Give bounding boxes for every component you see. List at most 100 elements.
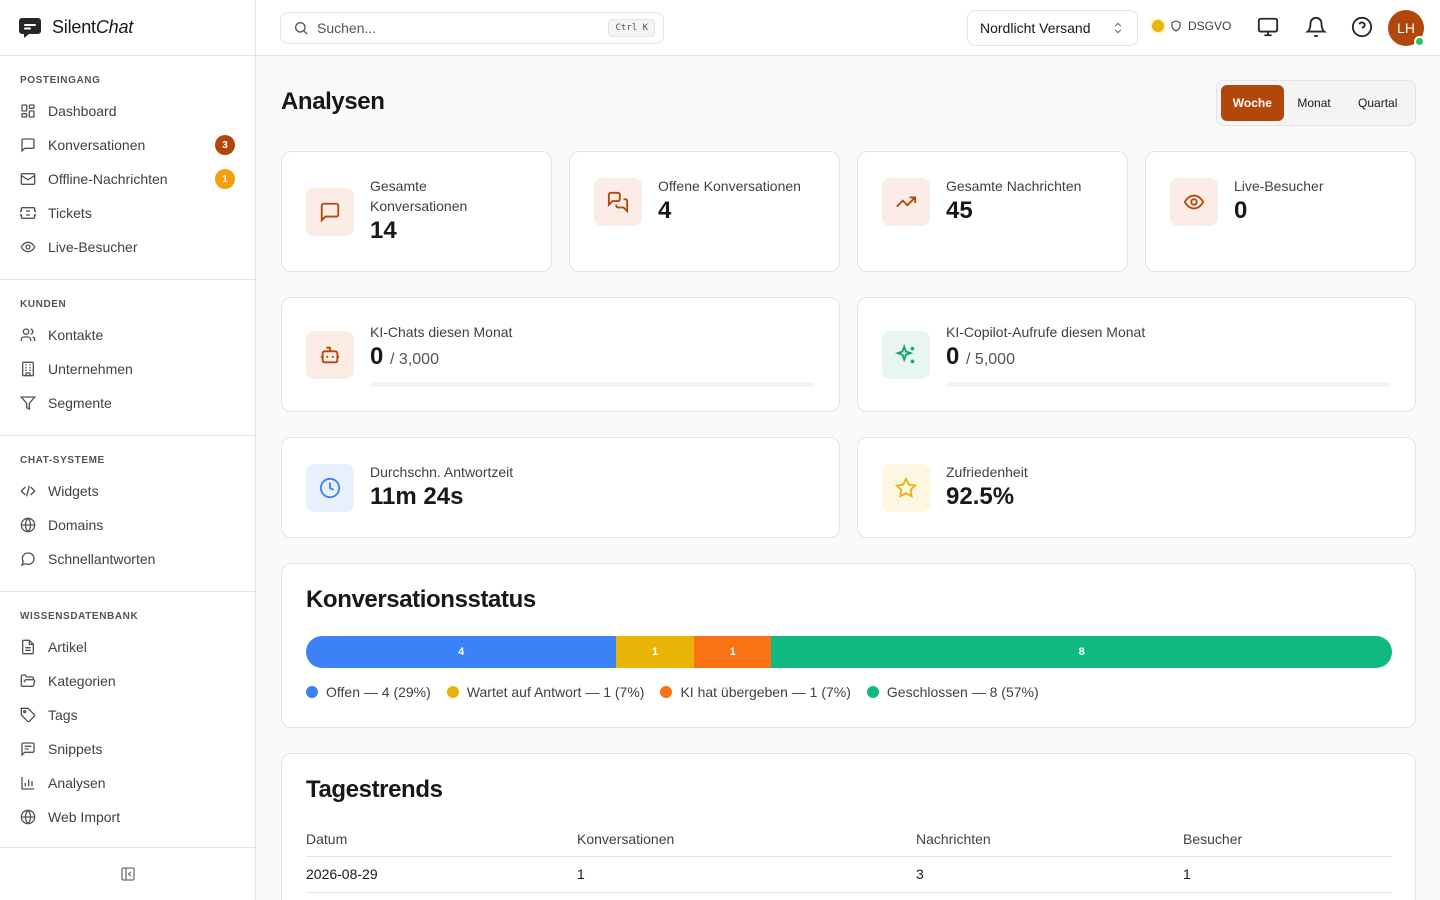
legend-item: Geschlossen — 8 (57%): [866, 684, 1039, 700]
stat-value: 45: [946, 197, 973, 224]
stat-label: KI-Copilot-Aufrufe diesen Monat: [946, 324, 1146, 340]
chevrons-up-down-icon: [1114, 22, 1122, 34]
messages-icon: [607, 191, 629, 213]
sidebar-item-label: Offline-Nachrichten: [48, 171, 168, 187]
legend-label: Offen — 4 (29%): [326, 684, 431, 700]
stat-icon-box: [1170, 178, 1218, 226]
message-square-icon: [21, 138, 35, 153]
stat-card-total-conversations: Gesamte Konversationen 14: [281, 151, 552, 272]
legend-dot: [306, 686, 318, 698]
sidebar-item-label: Web Import: [48, 809, 121, 825]
workspace-name: Nordlicht Versand: [980, 20, 1091, 36]
legend-item: KI hat übergeben — 1 (7%): [660, 684, 851, 700]
stat-label: KI-Chats diesen Monat: [370, 324, 513, 340]
sidebar-item-web-import[interactable]: Web Import: [8, 800, 247, 834]
stat-label: Live-Besucher: [1234, 178, 1324, 194]
section-title: KUNDEN: [20, 299, 67, 310]
sidebar-item-analytics[interactable]: Analysen: [8, 766, 247, 800]
conversation-status-card: Konversationsstatus 4118 Offen — 4 (29%)…: [281, 563, 1416, 728]
trending-up-icon: [896, 196, 917, 208]
table-cell: 1: [577, 856, 916, 893]
search-placeholder: Suchen...: [317, 20, 377, 36]
period-option-quarter[interactable]: Quartal: [1344, 85, 1411, 121]
sidebar-item-segments[interactable]: Segmente: [8, 386, 247, 420]
column-header-date[interactable]: Datum: [306, 822, 577, 857]
nav-section-customers: KUNDEN Kontakte Unternehmen Segmente: [0, 279, 255, 420]
code-icon: [20, 485, 36, 497]
stat-card-ai-copilot: KI-Copilot-Aufrufe diesen Monat 0 / 5,00…: [857, 297, 1416, 412]
shield-icon: [1171, 20, 1181, 32]
sidebar-item-dashboard[interactable]: Dashboard: [8, 94, 247, 128]
column-header-conversations[interactable]: Konversationen: [577, 822, 916, 857]
sidebar-item-label: Kontakte: [48, 327, 104, 343]
card-title: Konversationsstatus: [306, 586, 536, 613]
sidebar-item-categories[interactable]: Kategorien: [8, 664, 247, 698]
legend-label: Wartet auf Antwort — 1 (7%): [466, 684, 645, 700]
stat-value: 0 / 3,000: [370, 343, 439, 370]
sidebar-item-snippets[interactable]: Snippets: [8, 732, 247, 766]
message-square-text-icon: [21, 742, 35, 757]
sidebar-item-articles[interactable]: Artikel: [8, 630, 247, 664]
online-indicator: [1414, 36, 1425, 47]
sidebar-item-domains[interactable]: Domains: [8, 508, 247, 542]
folder-open-icon: [20, 674, 36, 687]
quota-progress-bar: [370, 382, 815, 387]
sidebar-item-label: Widgets: [48, 483, 99, 499]
column-header-messages[interactable]: Nachrichten: [916, 822, 1183, 857]
status-bar-segment: 1: [693, 636, 772, 668]
sidebar-item-label: Live-Besucher: [48, 239, 138, 255]
search-icon: [295, 22, 308, 35]
sidebar-item-contacts[interactable]: Kontakte: [8, 318, 247, 352]
sidebar-item-label: Tags: [48, 707, 78, 723]
avatar[interactable]: LH: [1388, 10, 1425, 47]
bell-icon[interactable]: [1305, 16, 1327, 38]
sidebar-item-conversations[interactable]: Konversationen 3: [8, 128, 247, 162]
stat-card-total-messages: Gesamte Nachrichten 45: [857, 151, 1128, 272]
message-circle-icon: [20, 552, 35, 567]
message-square-icon: [320, 202, 340, 223]
table-row[interactable]: 2026-08-29 1 3 1: [306, 856, 1392, 893]
table-cell: 2026-08-29: [306, 856, 577, 893]
stat-label: Zufriedenheit: [946, 464, 1028, 480]
compliance-status[interactable]: DSGVO: [1152, 19, 1231, 33]
file-text-icon: [22, 639, 34, 655]
sidebar-item-label: Domains: [48, 517, 104, 533]
period-option-month[interactable]: Monat: [1286, 85, 1343, 121]
stat-icon-box: [882, 178, 930, 226]
stat-card-avg-response-time: Durchschn. Antwortzeit 11m 24s: [281, 437, 840, 538]
ticket-icon: [20, 207, 36, 219]
search-input[interactable]: Suchen... Ctrl K: [280, 12, 664, 44]
stat-limit: / 5,000: [966, 351, 1015, 368]
sidebar-item-offline-messages[interactable]: Offline-Nachrichten 1: [8, 162, 247, 196]
stat-value: 14: [370, 217, 397, 244]
workspace-switcher[interactable]: Nordlicht Versand: [967, 10, 1138, 46]
star-icon: [895, 477, 917, 498]
help-circle-icon[interactable]: [1351, 16, 1373, 38]
stat-card-open-conversations: Offene Konversationen 4: [569, 151, 840, 272]
sidebar-collapse-button[interactable]: [0, 847, 255, 900]
status-bar-segment: 4: [306, 636, 617, 668]
sidebar-item-live-visitors[interactable]: Live-Besucher: [8, 230, 247, 264]
legend-label: Geschlossen — 8 (57%): [886, 684, 1039, 700]
legend-dot: [866, 686, 879, 698]
brand[interactable]: SilentChat: [0, 0, 255, 56]
bot-icon: [320, 346, 340, 364]
table-cell: 1: [1183, 856, 1392, 893]
stat-value: 11m 24s: [370, 483, 464, 510]
nav-section-chat-systems: CHAT-SYSTEME Widgets Domains Schnellantw…: [0, 435, 255, 576]
legend-label: KI hat übergeben — 1 (7%): [680, 684, 851, 700]
eye-icon: [20, 241, 36, 253]
column-header-visitors[interactable]: Besucher: [1183, 822, 1392, 857]
sidebar-item-tags[interactable]: Tags: [8, 698, 247, 732]
sidebar-item-quick-replies[interactable]: Schnellantworten: [8, 542, 247, 576]
users-icon: [20, 328, 36, 341]
sidebar: SilentChat POSTEINGANG Dashboard Konvers…: [0, 0, 256, 900]
sidebar-item-tickets[interactable]: Tickets: [8, 196, 247, 230]
brand-name: SilentChat: [52, 17, 134, 37]
sidebar-item-label: Konversationen: [48, 137, 146, 153]
status-bar-segment: 1: [616, 636, 694, 668]
sidebar-item-widgets[interactable]: Widgets: [8, 474, 247, 508]
sidebar-item-companies[interactable]: Unternehmen: [8, 352, 247, 386]
monitor-icon[interactable]: [1257, 16, 1279, 38]
period-option-week[interactable]: Woche: [1221, 85, 1284, 121]
